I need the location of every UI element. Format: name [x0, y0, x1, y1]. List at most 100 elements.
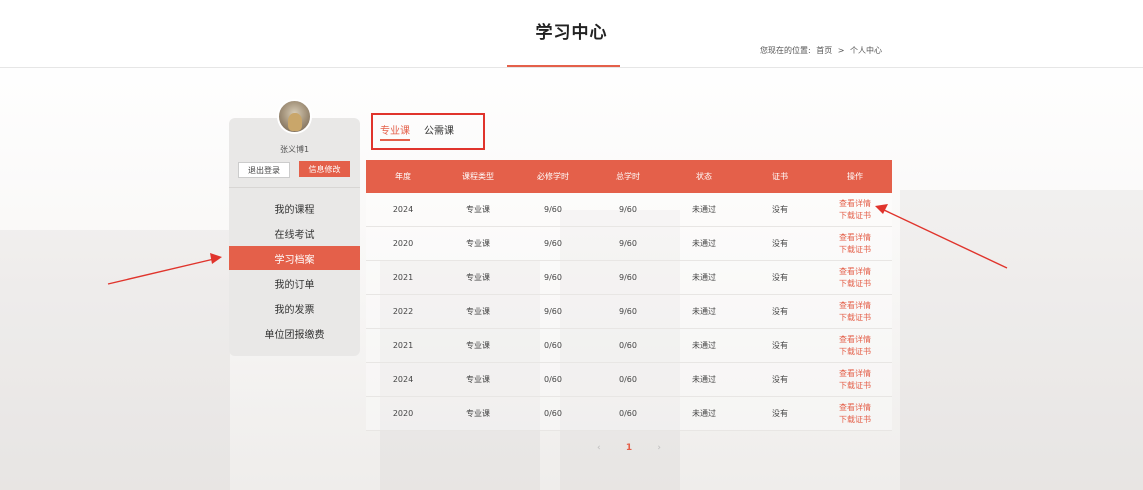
cell-certificate: 没有 — [772, 307, 788, 316]
cell-certificate: 没有 — [772, 205, 788, 214]
cell-certificate: 没有 — [772, 273, 788, 282]
sidebar-item-my-orders[interactable]: 我的订单 — [229, 271, 360, 295]
page-number[interactable]: 1 — [626, 443, 632, 453]
cell-total-hours: 9/60 — [619, 239, 637, 248]
column-header-certificate: 证书 — [772, 172, 788, 181]
view-details-link[interactable]: 查看详情 — [839, 300, 871, 312]
column-header-course-type: 课程类型 — [462, 172, 494, 181]
cell-year: 2021 — [392, 273, 414, 282]
prev-page-icon[interactable]: ‹ — [597, 443, 601, 453]
cell-total-hours: 9/60 — [619, 205, 637, 214]
download-certificate-link[interactable]: 下载证书 — [839, 414, 871, 426]
cell-course-type: 专业课 — [466, 375, 490, 384]
cell-status: 未通过 — [692, 239, 716, 248]
cell-status: 未通过 — [692, 375, 716, 384]
cell-course-type: 专业课 — [466, 205, 490, 214]
cell-actions: 查看详情 下载证书 — [818, 363, 892, 396]
cell-certificate: 没有 — [772, 409, 788, 418]
cell-year: 2020 — [392, 239, 414, 248]
download-certificate-link[interactable]: 下载证书 — [839, 312, 871, 324]
table-row: 2021 专业课 0/60 0/60 未通过 没有 查看详情 下载证书 — [366, 329, 892, 363]
cell-status: 未通过 — [692, 307, 716, 316]
cell-required-hours: 9/60 — [544, 273, 562, 282]
table-row: 2020 专业课 0/60 0/60 未通过 没有 查看详情 下载证书 — [366, 397, 892, 431]
cell-total-hours: 0/60 — [619, 375, 637, 384]
avatar — [277, 99, 312, 134]
sidebar-item-my-courses[interactable]: 我的课程 — [229, 196, 360, 220]
cell-required-hours: 9/60 — [544, 307, 562, 316]
cell-required-hours: 0/60 — [544, 341, 562, 350]
cell-total-hours: 9/60 — [619, 307, 637, 316]
table-row: 2021 专业课 9/60 9/60 未通过 没有 查看详情 下载证书 — [366, 261, 892, 295]
download-certificate-link[interactable]: 下载证书 — [839, 278, 871, 290]
edit-profile-button[interactable]: 信息修改 — [299, 161, 350, 177]
cell-status: 未通过 — [692, 341, 716, 350]
table-row: 2024 专业课 0/60 0/60 未通过 没有 查看详情 下载证书 — [366, 363, 892, 397]
download-certificate-link[interactable]: 下载证书 — [839, 244, 871, 256]
table-row: 2020 专业课 9/60 9/60 未通过 没有 查看详情 下载证书 — [366, 227, 892, 261]
cell-actions: 查看详情 下载证书 — [818, 227, 892, 260]
cell-required-hours: 9/60 — [544, 205, 562, 214]
cell-total-hours: 0/60 — [619, 409, 637, 418]
download-certificate-link[interactable]: 下载证书 — [839, 210, 871, 222]
view-details-link[interactable]: 查看详情 — [839, 232, 871, 244]
column-header-actions: 操作 — [847, 172, 863, 181]
cell-course-type: 专业课 — [466, 341, 490, 350]
view-details-link[interactable]: 查看详情 — [839, 334, 871, 346]
table-row: 2024 专业课 9/60 9/60 未通过 没有 查看详情 下载证书 — [366, 193, 892, 227]
view-details-link[interactable]: 查看详情 — [839, 266, 871, 278]
sidebar-item-learning-archive[interactable]: 学习档案 — [229, 246, 360, 270]
breadcrumb-prefix: 您现在的位置: — [760, 46, 811, 55]
sidebar-item-online-exam[interactable]: 在线考试 — [229, 221, 360, 245]
next-page-icon[interactable]: › — [657, 443, 661, 453]
cell-course-type: 专业课 — [466, 273, 490, 282]
cell-year: 2024 — [392, 205, 414, 214]
cell-status: 未通过 — [692, 205, 716, 214]
logout-button[interactable]: 退出登录 — [238, 162, 290, 178]
download-certificate-link[interactable]: 下载证书 — [839, 380, 871, 392]
pagination: ‹ 1 › — [597, 441, 661, 455]
cell-year: 2022 — [392, 307, 414, 316]
sidebar-divider — [229, 187, 360, 188]
cell-certificate: 没有 — [772, 375, 788, 384]
cell-actions: 查看详情 下载证书 — [818, 329, 892, 362]
cell-actions: 查看详情 下载证书 — [818, 295, 892, 328]
breadcrumb: 您现在的位置: 首页 > 个人中心 — [760, 45, 885, 56]
column-header-status: 状态 — [696, 172, 712, 181]
view-details-link[interactable]: 查看详情 — [839, 402, 871, 414]
cell-required-hours: 0/60 — [544, 375, 562, 384]
view-details-link[interactable]: 查看详情 — [839, 198, 871, 210]
view-details-link[interactable]: 查看详情 — [839, 368, 871, 380]
sidebar-item-my-invoices[interactable]: 我的发票 — [229, 296, 360, 320]
cell-year: 2020 — [392, 409, 414, 418]
cell-year: 2021 — [392, 341, 414, 350]
breadcrumb-current: 个人中心 — [850, 46, 883, 55]
table-header: 年度 课程类型 必修学时 总学时 状态 证书 操作 — [366, 160, 892, 193]
tab-public[interactable]: 公需课 — [424, 122, 454, 137]
title-underline — [507, 65, 620, 67]
breadcrumb-separator: > — [837, 46, 845, 55]
download-certificate-link[interactable]: 下载证书 — [839, 346, 871, 358]
table-row: 2022 专业课 9/60 9/60 未通过 没有 查看详情 下载证书 — [366, 295, 892, 329]
column-header-required-hours: 必修学时 — [537, 172, 569, 181]
cell-required-hours: 9/60 — [544, 239, 562, 248]
cell-certificate: 没有 — [772, 341, 788, 350]
page-header: 学习中心 您现在的位置: 首页 > 个人中心 — [0, 0, 1143, 68]
column-header-total-hours: 总学时 — [616, 172, 640, 181]
username: 张义博1 — [279, 145, 310, 154]
cell-total-hours: 9/60 — [619, 273, 637, 282]
tab-active-underline — [380, 139, 410, 141]
tab-professional[interactable]: 专业课 — [380, 122, 410, 137]
column-header-year: 年度 — [395, 172, 411, 181]
cell-status: 未通过 — [692, 273, 716, 282]
avatar-figure — [288, 113, 302, 131]
cell-course-type: 专业课 — [466, 307, 490, 316]
cell-certificate: 没有 — [772, 239, 788, 248]
sidebar-item-group-payment[interactable]: 单位团报缴费 — [229, 321, 360, 345]
page-title: 学习中心 — [535, 23, 608, 43]
breadcrumb-home-link[interactable]: 首页 — [816, 46, 832, 55]
cell-course-type: 专业课 — [466, 239, 490, 248]
cell-actions: 查看详情 下载证书 — [818, 261, 892, 294]
records-table: 年度 课程类型 必修学时 总学时 状态 证书 操作 2024 专业课 9/60 9/6… — [366, 160, 892, 431]
cell-year: 2024 — [392, 375, 414, 384]
